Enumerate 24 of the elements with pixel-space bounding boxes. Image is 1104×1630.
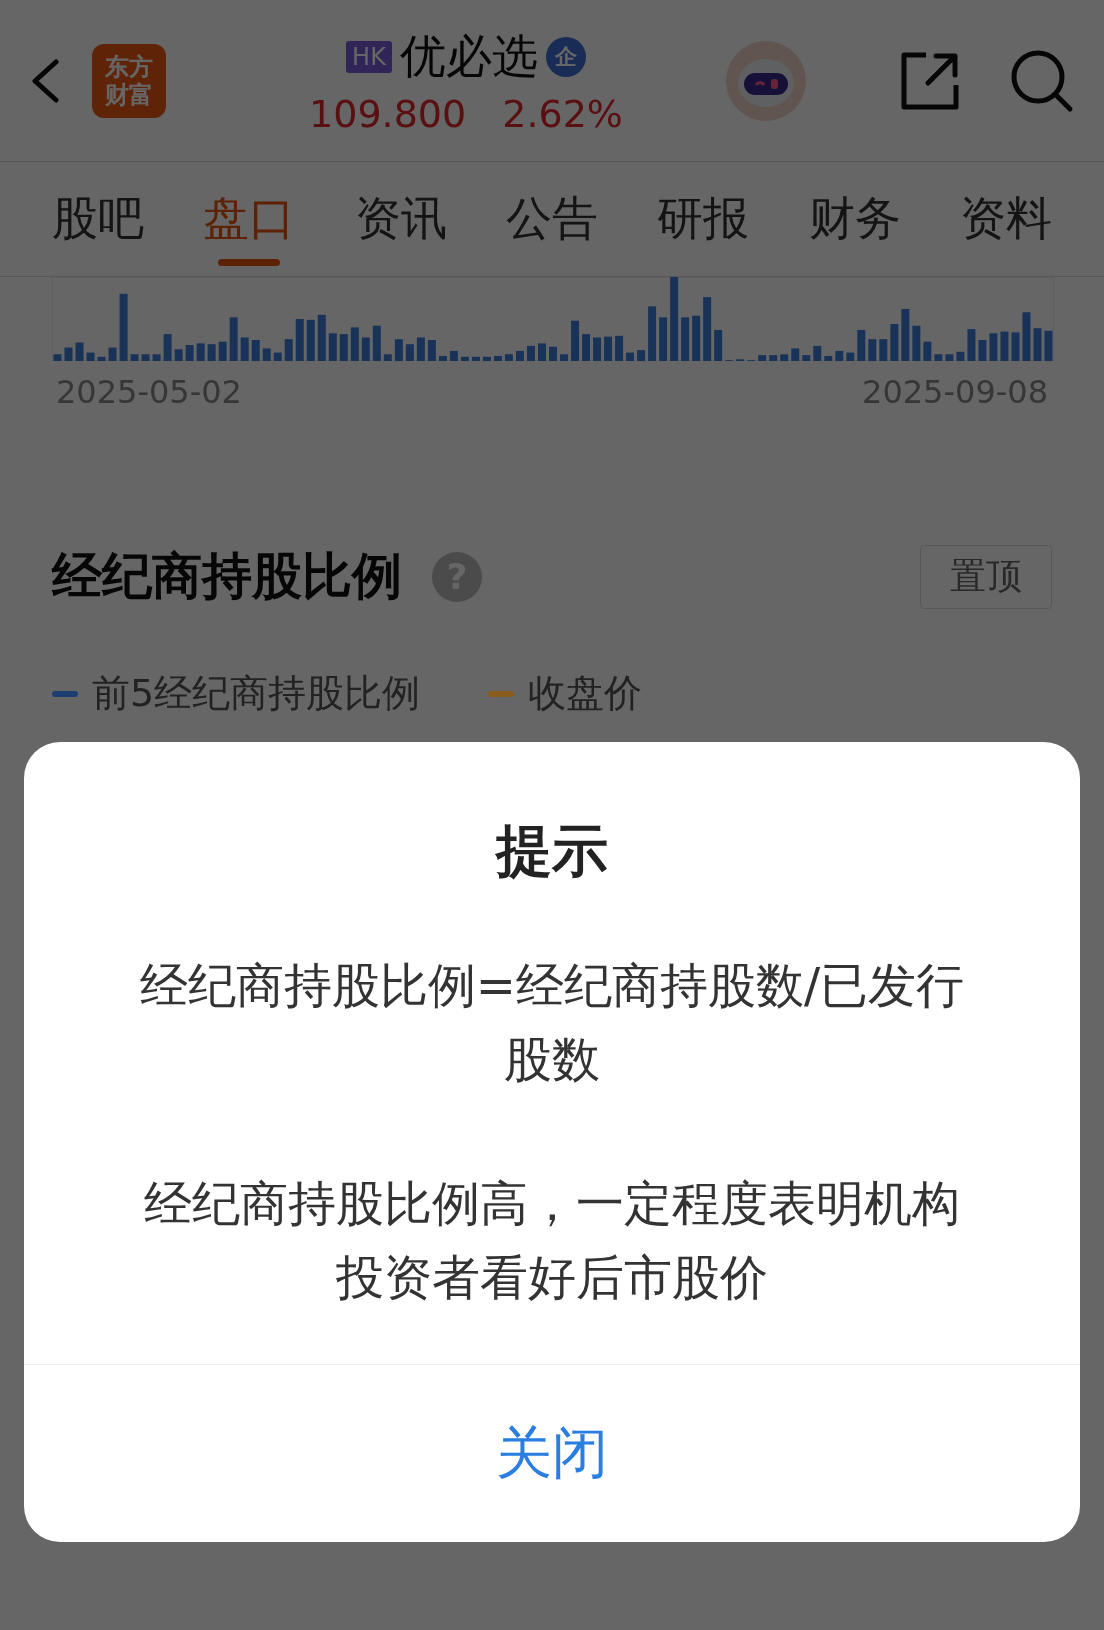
- legend-label: 前5经纪商持股比例: [92, 670, 421, 717]
- tab[interactable]: 资料: [959, 162, 1052, 276]
- stock-name: 优必选: [399, 27, 538, 85]
- app-logo: 东方 财富: [92, 43, 166, 118]
- tab[interactable]: 研报: [657, 162, 750, 276]
- legend-label: 收盘价: [528, 670, 643, 717]
- search-icon[interactable]: [1010, 48, 1074, 113]
- dialog-text: 经纪商持股比例高，一定程度表明机构投资者看好后市股价: [143, 1174, 961, 1307]
- enterprise-badge: 企: [545, 36, 586, 77]
- stock-price: 109.800: [309, 91, 467, 136]
- price-change: 2.62%: [502, 91, 623, 136]
- tab[interactable]: 公告: [506, 162, 598, 276]
- tab[interactable]: 盘口: [203, 162, 296, 276]
- market-badge: HK: [346, 40, 392, 73]
- close-button[interactable]: 关闭: [24, 1365, 1080, 1542]
- dialog-title: 提示: [496, 817, 608, 885]
- section-title: 经纪商持股比例: [52, 546, 402, 607]
- tab[interactable]: 财务: [808, 162, 901, 276]
- dialog-text: 经纪商持股比例=经纪商持股数/已发行股数: [138, 956, 966, 1089]
- tab[interactable]: 股吧: [52, 162, 144, 276]
- pin-button[interactable]: 置顶: [920, 544, 1052, 609]
- back-icon[interactable]: [30, 58, 60, 103]
- robot-avatar-icon[interactable]: [726, 40, 806, 121]
- tab[interactable]: 资讯: [354, 162, 447, 276]
